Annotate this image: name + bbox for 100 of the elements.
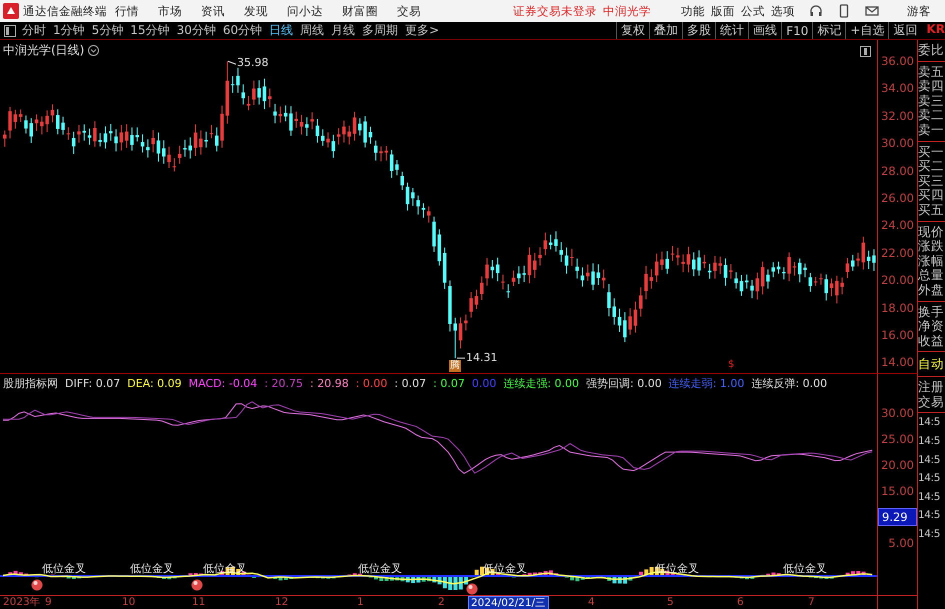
toolbar-button[interactable]: 叠加: [649, 22, 682, 39]
trade-time: 14:5: [918, 434, 941, 450]
quote-label: 买四: [918, 188, 945, 203]
toolbar-button[interactable]: 复权: [616, 22, 650, 39]
candle: [342, 120, 346, 144]
date-label: 7: [808, 596, 815, 609]
trade-time: 14:5: [918, 527, 941, 542]
leader-line: [456, 358, 466, 359]
indicator-name[interactable]: 股朋指标网: [3, 376, 58, 391]
candle: [612, 298, 616, 326]
axis-label: 28.00: [881, 164, 914, 178]
candle: [819, 273, 823, 286]
panel-toggle-icon[interactable]: [4, 24, 16, 36]
toolbar-button[interactable]: +自选: [845, 22, 888, 39]
candle: [130, 126, 134, 152]
menu-item[interactable]: 市场: [158, 4, 182, 18]
quote-label: 收益: [918, 334, 945, 348]
menu-item[interactable]: 公式: [741, 4, 765, 18]
phone-icon[interactable]: [837, 4, 851, 18]
menu-item[interactable]: 财富圈: [342, 4, 378, 18]
event-badge[interactable]: 腾: [449, 360, 461, 372]
candle: [236, 67, 240, 94]
panel-link[interactable]: 交易: [918, 394, 945, 410]
period-tab[interactable]: 日线: [269, 22, 294, 39]
toolbar-button[interactable]: F10: [781, 22, 812, 39]
dropdown-icon[interactable]: [88, 45, 100, 56]
axis-label: 22.00: [881, 246, 914, 260]
user-label[interactable]: 游客: [907, 4, 931, 18]
axis-label: 14.00: [881, 355, 914, 370]
candle: [348, 125, 351, 145]
candle: [104, 126, 108, 150]
candle: [586, 264, 590, 282]
quote-label: 涨跌: [918, 239, 945, 254]
candle: [607, 283, 611, 317]
menu-item[interactable]: 行情: [115, 4, 139, 18]
axis-label: 36.00: [881, 54, 914, 68]
high-price-label: 35.98: [237, 56, 268, 70]
candle: [326, 132, 330, 148]
period-tab[interactable]: 周线: [300, 22, 324, 39]
low-price-label: 14.31: [466, 351, 498, 364]
candle: [24, 115, 28, 134]
chart-title: 中润光学(日线): [3, 42, 84, 59]
candle: [618, 308, 622, 332]
mail-icon[interactable]: [865, 4, 879, 18]
candle: [485, 258, 489, 286]
axis-label: 26.00: [881, 191, 914, 205]
candle: [776, 261, 780, 274]
candle: [300, 114, 304, 135]
candle: [77, 124, 81, 144]
period-tab[interactable]: 30分钟: [176, 22, 216, 39]
candle: [803, 263, 807, 278]
mode-label[interactable]: 自动: [918, 352, 945, 378]
menu-item[interactable]: 选项: [771, 4, 795, 18]
period-tab[interactable]: 月线: [331, 22, 356, 39]
toolbar-button[interactable]: 画线: [748, 22, 782, 39]
candle: [400, 171, 404, 190]
candle: [140, 134, 144, 153]
period-tab[interactable]: 1分钟: [53, 22, 85, 39]
candle: [246, 95, 250, 111]
trade-time: 14:5: [918, 508, 941, 524]
period-tab[interactable]: 更多>: [405, 22, 440, 39]
candle: [639, 286, 642, 318]
menu-item[interactable]: 版面: [711, 4, 735, 18]
window-toggle-icon[interactable]: [860, 46, 871, 57]
period-tab[interactable]: 60分钟: [222, 22, 262, 39]
candle: [109, 123, 112, 142]
logo-icon: [3, 3, 19, 19]
signal-label: 低位金叉: [655, 561, 699, 576]
indicator-value: 连续走弱: 1.00: [668, 376, 744, 391]
menu-item[interactable]: 问小达: [287, 4, 323, 18]
panel-link[interactable]: 注册: [918, 380, 945, 395]
menu-item[interactable]: 功能: [681, 4, 705, 18]
candle: [501, 274, 505, 290]
event-marker[interactable]: $: [728, 359, 734, 370]
period-tab[interactable]: 分时: [22, 22, 46, 39]
quote-label: 现价: [918, 224, 945, 240]
candle: [162, 140, 166, 164]
period-tab[interactable]: 15分钟: [130, 22, 170, 39]
menu-item[interactable]: 交易: [397, 4, 421, 18]
toolbar-button[interactable]: 返回: [888, 22, 922, 39]
period-tab[interactable]: 多周期: [362, 22, 398, 39]
candle: [88, 128, 92, 146]
candle: [512, 270, 516, 287]
axis-label: 15.00: [881, 484, 914, 498]
menu-item[interactable]: 发现: [244, 4, 268, 18]
toolbar-label: KR: [925, 22, 945, 38]
quote-label: 卖二: [918, 108, 945, 123]
toolbar-button[interactable]: 标记: [812, 22, 846, 39]
headset-icon[interactable]: [809, 4, 823, 18]
candle: [644, 265, 648, 300]
quote-label: 买三: [918, 174, 945, 188]
axis-label: 25.00: [881, 432, 914, 446]
toolbar-button[interactable]: 多股: [682, 22, 716, 39]
candle: [61, 116, 65, 136]
indicator-value: 0.00: [472, 377, 496, 390]
toolbar-button[interactable]: 统计: [715, 22, 748, 39]
ball-icon: [466, 583, 478, 595]
period-tab[interactable]: 5分钟: [92, 22, 124, 39]
candle: [321, 128, 324, 146]
menu-item[interactable]: 资讯: [201, 4, 225, 18]
